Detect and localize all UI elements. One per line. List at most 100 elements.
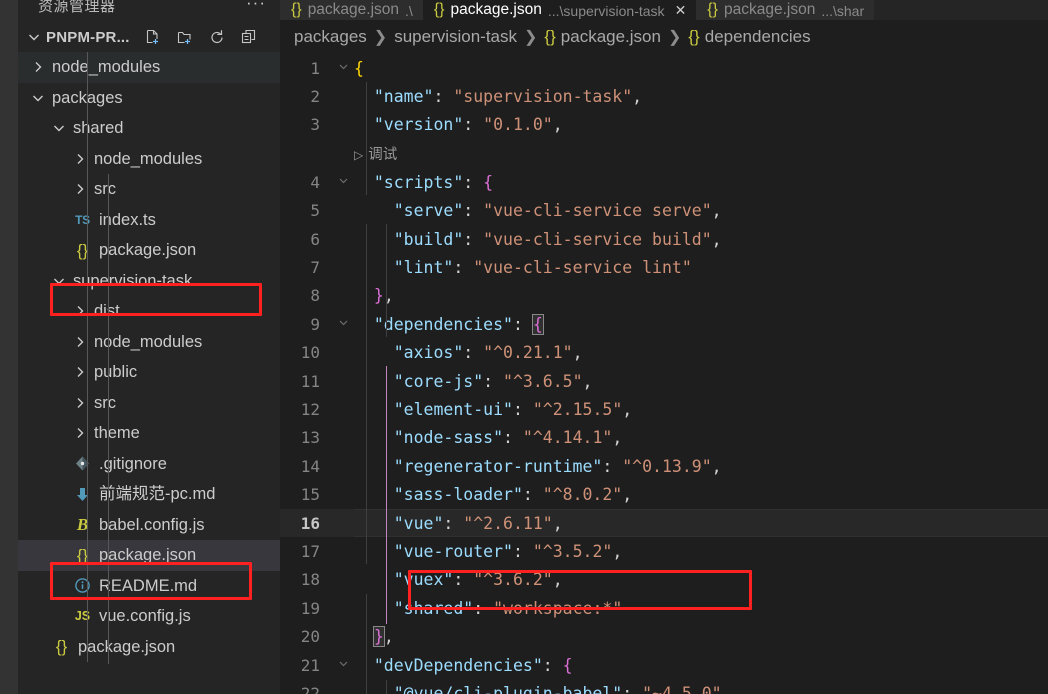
code-line[interactable]: 7 "lint": "vue-cli-service lint" <box>280 253 1048 281</box>
breadcrumb-label: packages <box>294 27 367 46</box>
tree-item-index-ts[interactable]: TS index.ts <box>18 205 280 236</box>
code-line[interactable]: 8 }, <box>280 282 1048 310</box>
editor-tab[interactable]: {} package.json ...\shar <box>696 0 875 20</box>
fold-chevron-icon[interactable] <box>332 175 354 189</box>
tree-item--gitignore[interactable]: .gitignore <box>18 449 280 480</box>
tree-item--pc-md[interactable]: 前端规范-pc.md <box>18 479 280 510</box>
code-text: "devDependencies": { <box>373 655 573 675</box>
tree-item-package-json[interactable]: {} package.json <box>18 235 280 266</box>
code-text: }, <box>373 286 394 306</box>
code-line[interactable]: 10 "axios": "^0.21.1", <box>280 339 1048 367</box>
fold-chevron-icon[interactable] <box>332 61 354 75</box>
line-number: 14 <box>300 456 320 476</box>
breadcrumb-item[interactable]: supervision-task <box>394 27 517 47</box>
code-line[interactable]: 21 "devDependencies": { <box>280 651 1048 679</box>
code-line[interactable]: 11 "core-js": "^3.6.5", <box>280 367 1048 395</box>
json-file-icon: {} <box>55 637 68 657</box>
tree-item-label: src <box>94 393 116 412</box>
code-text: "regenerator-runtime": "^0.13.9", <box>393 456 722 476</box>
code-line[interactable]: 14 "regenerator-runtime": "^0.13.9", <box>280 452 1048 480</box>
tree-item-label: node_modules <box>52 58 161 76</box>
tree-item-supervision-task[interactable]: supervision-task <box>18 266 280 297</box>
breadcrumb[interactable]: packages ❯ supervision-task ❯{} package.json… <box>280 20 1048 54</box>
json-symbol-icon: {} <box>688 27 700 46</box>
indent-guide <box>386 224 387 337</box>
code-line[interactable]: 6 "build": "vue-cli-service build", <box>280 225 1048 253</box>
tree-item-label: babel.config.js <box>99 515 205 534</box>
code-line[interactable]: 12 "element-ui": "^2.15.5", <box>280 395 1048 423</box>
code-line[interactable]: 4 "scripts": { <box>280 168 1048 196</box>
line-number: 16 <box>300 513 320 533</box>
code-text: "core-js": "^3.6.5", <box>393 371 593 391</box>
explorer-actions <box>144 28 259 47</box>
tree-item-public[interactable]: public <box>18 357 280 388</box>
editor-tab-active[interactable]: {} package.json ...\supervision-task ✕ <box>422 0 697 20</box>
new-file-icon[interactable] <box>144 28 163 47</box>
explorer-root-folder-row[interactable]: PNPM-PR... <box>18 22 280 52</box>
code-line[interactable]: 5 "serve": "vue-cli-service serve", <box>280 197 1048 225</box>
indent-guide <box>386 366 387 624</box>
code-line[interactable]: 20 }, <box>280 622 1048 650</box>
line-number: 12 <box>300 399 320 419</box>
close-icon[interactable]: ✕ <box>675 2 687 19</box>
breadcrumb-item[interactable]: {} package.json <box>544 27 661 47</box>
explorer-more-actions-icon[interactable]: ··· <box>246 0 266 11</box>
code-editor[interactable]: 1{2 "name": "supervision-task", 3 "versio… <box>280 54 1048 694</box>
tree-indent-guide <box>108 174 109 664</box>
code-text: "sass-loader": "^8.0.2", <box>393 485 633 505</box>
code-line[interactable]: 9 "dependencies": { <box>280 310 1048 338</box>
tree-item-node-modules[interactable]: node_modules <box>18 144 280 175</box>
chevron-right-icon <box>72 395 88 411</box>
code-line[interactable]: 2 "name": "supervision-task", <box>280 82 1048 110</box>
refresh-icon[interactable] <box>208 28 227 47</box>
breadcrumb-label: package.json <box>560 27 661 46</box>
tree-item-vue-config-js[interactable]: JS vue.config.js <box>18 601 280 632</box>
typescript-file-icon: TS <box>75 212 90 227</box>
new-folder-icon[interactable] <box>176 28 195 47</box>
tree-item-package-json[interactable]: {} package.json <box>18 632 280 663</box>
indent-guide <box>366 82 367 195</box>
tree-item-babel-config-js[interactable]: Bbabel.config.js <box>18 510 280 541</box>
code-line[interactable]: 15 "sass-loader": "^8.0.2", <box>280 480 1048 508</box>
code-line[interactable]: 16 "vue": "^2.6.11", <box>280 508 1048 538</box>
tree-item-label: node_modules <box>94 149 203 168</box>
breadcrumb-item[interactable]: {} dependencies <box>688 27 810 47</box>
breadcrumb-item[interactable]: packages <box>294 27 367 47</box>
play-icon: ▷ <box>354 148 364 163</box>
tree-item-node-modules[interactable]: node_modules <box>18 52 280 83</box>
breadcrumb-label: dependencies <box>704 27 811 46</box>
line-number: 8 <box>310 286 320 306</box>
tree-item-label: package.json <box>78 637 176 656</box>
tree-item-node-modules[interactable]: node_modules <box>18 327 280 358</box>
line-number: 4 <box>310 172 320 192</box>
fold-chevron-icon[interactable] <box>332 317 354 331</box>
tree-item-dist[interactable]: dist <box>18 296 280 327</box>
tree-item-theme[interactable]: theme <box>18 418 280 449</box>
code-line[interactable]: 1{ <box>280 54 1048 82</box>
tree-item-package-json[interactable]: {} package.json <box>18 540 280 571</box>
line-number: 1 <box>310 58 320 78</box>
tree-item-packages[interactable]: packages <box>18 83 280 114</box>
tree-item-src[interactable]: src <box>18 388 280 419</box>
tree-item-readme-md[interactable]: README.md <box>18 571 280 602</box>
tab-path: ...\shar <box>821 3 865 19</box>
tree-item-label: dist <box>94 302 120 320</box>
chevron-right-icon <box>72 303 88 319</box>
editor-tab-bar[interactable]: {} package.json .\ {} package.json ...\superv… <box>280 0 1048 20</box>
editor-tab[interactable]: {} package.json .\ <box>280 0 423 20</box>
code-text: "serve": "vue-cli-service serve", <box>393 201 722 221</box>
code-line[interactable]: 3 "version": "0.1.0", <box>280 111 1048 139</box>
code-line[interactable]: 13 "node-sass": "^4.14.1", <box>280 424 1048 452</box>
tree-item-label: 前端规范-pc.md <box>99 485 216 503</box>
code-line[interactable]: 17 "vue-router": "^3.5.2", <box>280 537 1048 565</box>
code-line[interactable]: 22 "@vue/cli-plugin-babel": "~4.5.0", <box>280 679 1048 694</box>
file-tree[interactable]: node_modulespackagessharednode_modulessr… <box>18 52 280 664</box>
code-line[interactable]: 19 "shared": "workspace:*" <box>280 594 1048 622</box>
fold-chevron-icon[interactable] <box>332 658 354 672</box>
editor-area: {} package.json .\{} package.json ...\superv… <box>280 0 1048 694</box>
codelens-debug[interactable]: ▷ 调试 <box>280 139 1048 168</box>
collapse-all-icon[interactable] <box>240 28 259 47</box>
tree-item-src[interactable]: src <box>18 174 280 205</box>
code-line[interactable]: 18 "vuex": "^3.6.2", <box>280 566 1048 594</box>
tree-item-shared[interactable]: shared <box>18 113 280 144</box>
